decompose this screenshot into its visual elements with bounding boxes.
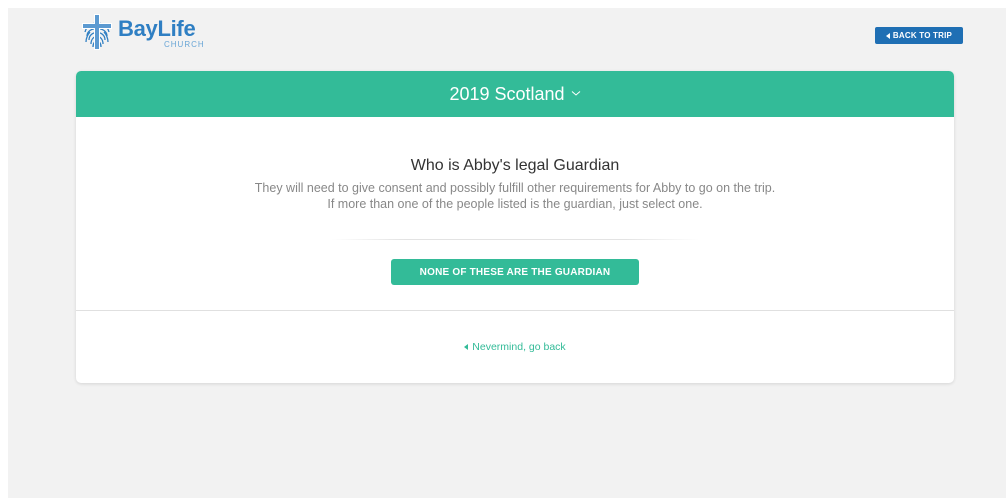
description-line-2: If more than one of the people listed is…	[327, 197, 703, 211]
question-heading: Who is Abby's legal Guardian	[410, 157, 620, 174]
none-are-guardian-button[interactable]: NONE OF THESE ARE THE GUARDIAN	[391, 259, 639, 285]
card-body: Who is Abby's legal Guardian They will n…	[76, 117, 954, 310]
brand-wordmark: BayLife CHURCH	[118, 18, 205, 49]
brand-logo[interactable]: BayLife CHURCH	[80, 14, 205, 50]
guardian-card: 2019 Scotland Who is Abby's legal Guardi…	[76, 71, 954, 383]
card-footer: Nevermind, go back	[76, 310, 954, 383]
back-to-trip-button[interactable]: BACK TO TRIP	[875, 27, 963, 44]
divider	[331, 239, 699, 240]
page: BayLife CHURCH BACK TO TRIP 2019 Scotlan…	[0, 0, 1006, 498]
go-back-link[interactable]: Nevermind, go back	[464, 341, 566, 353]
brand-subtitle: CHURCH	[164, 40, 205, 49]
back-to-trip-label: BACK TO TRIP	[892, 31, 953, 40]
trip-title: 2019 Scotland	[449, 83, 565, 104]
description-line-1: They will need to give consent and possi…	[254, 181, 776, 195]
question-description: They will need to give consent and possi…	[76, 180, 954, 212]
brand-name-life: Life	[157, 16, 196, 41]
chevron-down-icon	[571, 91, 580, 96]
caret-left-icon	[464, 344, 469, 350]
go-back-label: Nevermind, go back	[472, 341, 566, 353]
trip-selector[interactable]: 2019 Scotland	[76, 71, 954, 117]
cross-fingerprint-icon	[80, 14, 114, 50]
caret-left-icon	[885, 32, 890, 39]
brand-name-bay: Bay	[118, 16, 158, 41]
brand-name: BayLife	[118, 18, 205, 40]
